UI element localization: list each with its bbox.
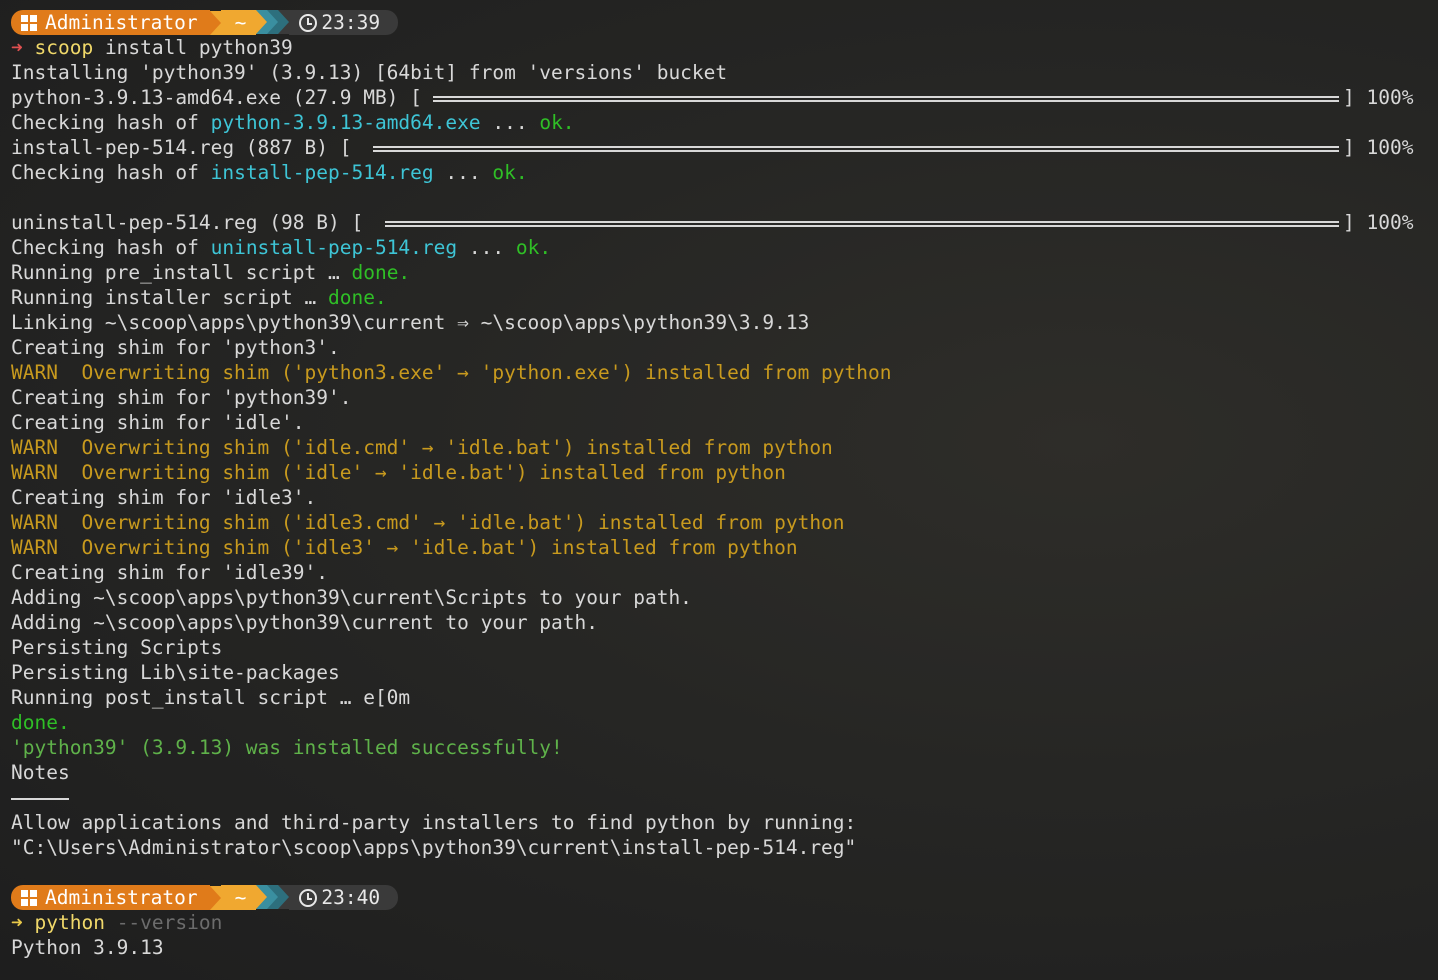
post-install-line: Running post_install script … e[0m [11, 686, 411, 709]
hash-line: Checking hash of uninstall-pep-514.reg .… [11, 235, 1438, 260]
path-line: Adding ~\scoop\apps\python39\current to … [11, 611, 598, 634]
download-line: install-pep-514.reg (887 B) [ ] 100% [11, 135, 1438, 160]
notes-heading: Notes [11, 761, 70, 784]
prompt-bar: Administrator ~ 23:39 [11, 10, 1438, 35]
persist-line: Persisting Scripts [11, 636, 223, 659]
done-line: done. [11, 711, 70, 734]
prompt-time-segment: 23:40 [289, 885, 399, 910]
linking-line: Linking ~\scoop\apps\python39\current ⇒ … [11, 311, 810, 334]
pre-install-done: done. [351, 261, 411, 284]
installer-done: done. [327, 286, 387, 309]
hash-file: python-3.9.13-amd64.exe [210, 111, 481, 134]
powerline-separator [209, 10, 221, 35]
command-line[interactable]: ➜ python --version [11, 910, 1438, 935]
notes-path: "C:\Users\Administrator\scoop\apps\pytho… [11, 836, 857, 859]
hash-dots: ... [457, 236, 516, 259]
download-name: uninstall-pep-514.reg (98 B) [ [11, 211, 364, 234]
windows-icon [21, 14, 37, 31]
prompt-user-segment: Administrator [11, 885, 210, 910]
shim-line: Creating shim for 'idle3'. [11, 486, 317, 509]
pre-install-label: Running pre_install script … [11, 261, 352, 284]
prompt-user-segment: Administrator [11, 10, 210, 35]
version-output: Python 3.9.13 [11, 936, 164, 959]
success-line: 'python39' (3.9.13) was installed succes… [11, 736, 563, 759]
installer-label: Running installer script … [11, 286, 328, 309]
prompt-user: Administrator [45, 886, 198, 909]
progress-bar [373, 146, 1339, 152]
progress-bar [433, 96, 1339, 102]
command-args: --version [104, 911, 223, 934]
warn-line: WARN Overwriting shim ('python3.exe' → '… [11, 361, 892, 384]
shim-line: Creating shim for 'python3'. [11, 336, 340, 359]
persist-line: Persisting Lib\site-packages [11, 661, 340, 684]
hash-label: Checking hash of [11, 236, 211, 259]
notes-divider [11, 785, 1438, 810]
clock-icon [299, 13, 318, 32]
hash-label: Checking hash of [11, 111, 211, 134]
warn-line: WARN Overwriting shim ('idle3' → 'idle.b… [11, 536, 798, 559]
path-line: Adding ~\scoop\apps\python39\current\Scr… [11, 586, 692, 609]
prompt-dir: ~ [220, 10, 257, 35]
hash-ok: ok. [539, 111, 575, 134]
hash-file: uninstall-pep-514.reg [210, 236, 458, 259]
download-percent: ] 100% [1343, 136, 1414, 159]
warn-line: WARN Overwriting shim ('idle3.cmd' → 'id… [11, 511, 845, 534]
command-name: scoop [34, 36, 94, 59]
powerline-chevrons [256, 885, 290, 910]
hash-ok: ok. [515, 236, 552, 259]
command-name: python [34, 911, 105, 934]
prompt-arrow-icon: ➜ [11, 36, 23, 59]
hash-label: Checking hash of [11, 161, 211, 184]
output-line: Installing 'python39' (3.9.13) [64bit] f… [11, 61, 728, 84]
download-name: install-pep-514.reg (887 B) [ [11, 136, 352, 159]
download-percent: ] 100% [1343, 211, 1414, 234]
prompt-arrow-icon: ➜ [11, 911, 23, 934]
shim-line: Creating shim for 'idle39'. [11, 561, 328, 584]
prompt-time: 23:39 [321, 11, 381, 34]
terminal-output: Administrator ~ 23:39 ➜ scoop install py… [0, 0, 1438, 960]
progress-bar [385, 221, 1339, 227]
hash-dots: ... [433, 161, 493, 184]
powerline-chevrons [256, 10, 290, 35]
pre-install-line: Running pre_install script … done. [11, 260, 1438, 285]
prompt-bar: Administrator ~ 23:40 [11, 885, 1438, 910]
windows-icon [21, 889, 37, 906]
download-name: python-3.9.13-amd64.exe (27.9 MB) [ [11, 86, 422, 109]
download-line: uninstall-pep-514.reg (98 B) [ ] 100% [11, 210, 1438, 235]
prompt-time: 23:40 [321, 886, 381, 909]
hash-ok: ok. [492, 161, 528, 184]
command-line: ➜ scoop install python39 [11, 35, 1438, 60]
prompt-user: Administrator [45, 11, 198, 34]
hash-dots: ... [480, 111, 540, 134]
prompt-time-segment: 23:39 [289, 10, 399, 35]
powerline-separator [209, 885, 221, 910]
shim-line: Creating shim for 'idle'. [11, 411, 305, 434]
clock-icon [299, 888, 318, 907]
warn-line: WARN Overwriting shim ('idle' → 'idle.ba… [11, 461, 786, 484]
hash-line: Checking hash of python-3.9.13-amd64.exe… [11, 110, 1438, 135]
warn-line: WARN Overwriting shim ('idle.cmd' → 'idl… [11, 436, 833, 459]
installer-line: Running installer script … done. [11, 285, 1438, 310]
prompt-dir: ~ [220, 885, 257, 910]
download-percent: ] 100% [1343, 86, 1414, 109]
hash-file: install-pep-514.reg [210, 161, 434, 184]
command-args: install python39 [93, 36, 293, 59]
hash-line: Checking hash of install-pep-514.reg ...… [11, 160, 1438, 185]
notes-text: Allow applications and third-party insta… [11, 811, 857, 834]
download-line: python-3.9.13-amd64.exe (27.9 MB) [ ] 100… [11, 85, 1438, 110]
shim-line: Creating shim for 'python39'. [11, 386, 352, 409]
